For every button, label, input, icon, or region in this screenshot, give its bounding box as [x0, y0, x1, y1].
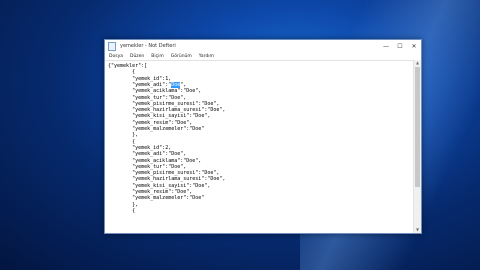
text-editor-area[interactable]: {"yemekler":[ { "yemek_id":1, "yemek_adi…: [105, 60, 414, 233]
scroll-down-icon[interactable]: ▼: [414, 227, 421, 233]
menu-help[interactable]: Yardım: [199, 54, 214, 59]
title-bar[interactable]: yemekler - Not Defteri — ☐ ✕: [105, 40, 421, 52]
menu-edit[interactable]: Düzen: [130, 54, 144, 59]
menu-file[interactable]: Dosya: [109, 54, 123, 59]
notepad-icon: [108, 41, 116, 51]
notepad-window[interactable]: yemekler - Not Defteri — ☐ ✕ Dosya Düzen…: [104, 39, 422, 234]
scroll-up-icon[interactable]: ▲: [414, 60, 421, 66]
menu-view[interactable]: Görünüm: [171, 54, 192, 59]
menu-format[interactable]: Biçim: [151, 54, 163, 59]
scrollbar-thumb[interactable]: [415, 67, 420, 187]
window-title: yemekler - Not Defteri: [120, 43, 176, 49]
maximize-button[interactable]: ☐: [393, 40, 407, 52]
minimize-button[interactable]: —: [379, 40, 393, 52]
selected-text: Doe: [171, 81, 181, 88]
vertical-scrollbar[interactable]: ▲ ▼: [413, 60, 421, 233]
text-line: {: [108, 207, 136, 214]
menu-bar: Dosya Düzen Biçim Görünüm Yardım: [105, 52, 421, 60]
close-button[interactable]: ✕: [407, 40, 421, 52]
